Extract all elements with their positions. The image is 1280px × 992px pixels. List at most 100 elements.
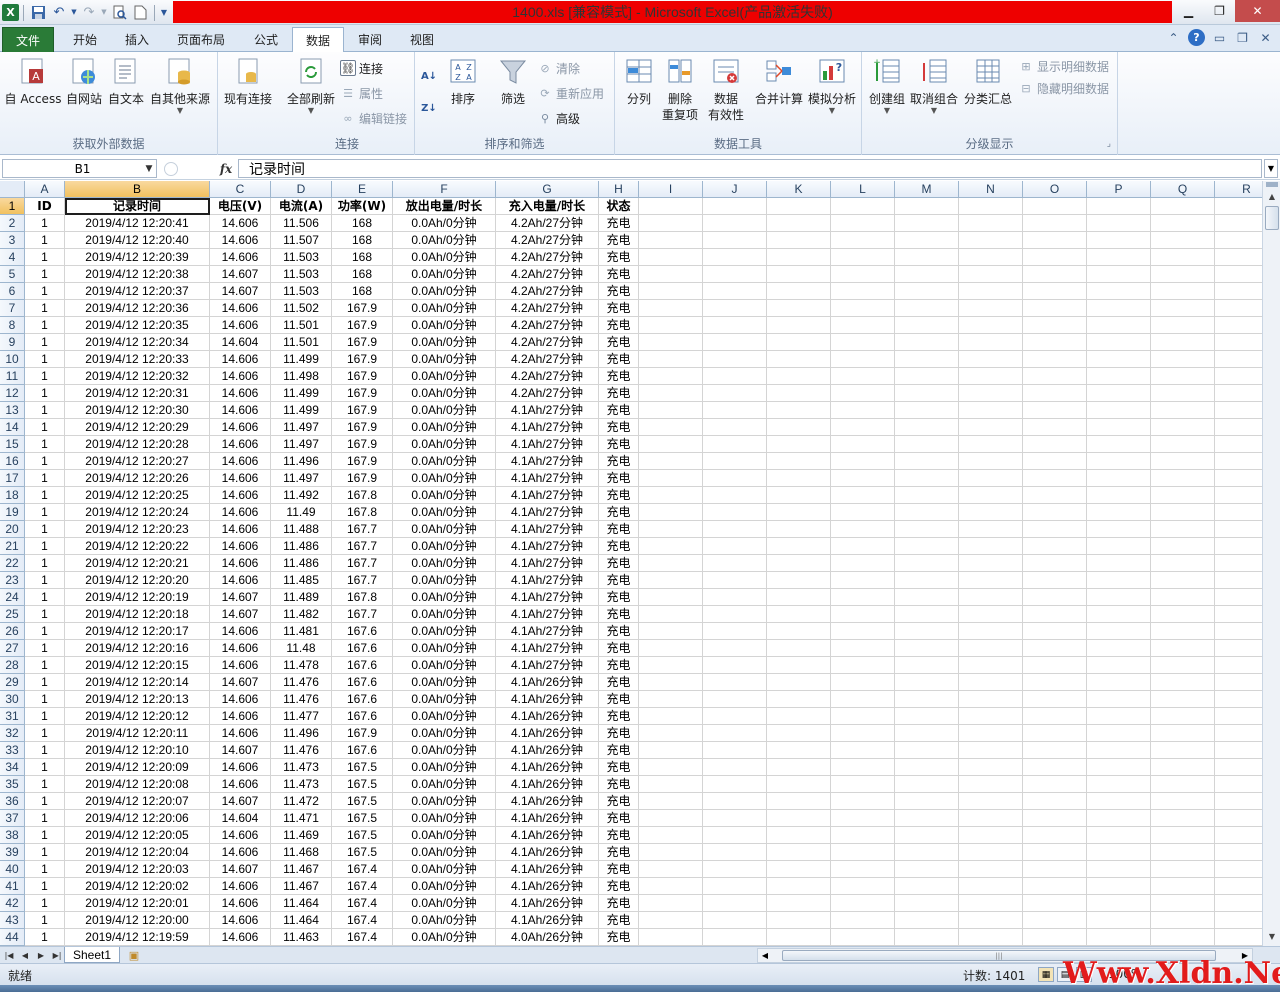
cell-f10[interactable]: 0.0Ah/0分钟 bbox=[393, 351, 496, 368]
cell-c5[interactable]: 14.607 bbox=[210, 266, 271, 283]
workbook-restore-icon[interactable]: ❐ bbox=[1234, 29, 1251, 46]
cell-c23[interactable]: 14.606 bbox=[210, 572, 271, 589]
cell-k22[interactable] bbox=[767, 555, 831, 572]
cell-a21[interactable]: 1 bbox=[25, 538, 65, 555]
cell-l16[interactable] bbox=[831, 453, 895, 470]
save-icon[interactable] bbox=[28, 3, 48, 23]
cell-f23[interactable]: 0.0Ah/0分钟 bbox=[393, 572, 496, 589]
cell-q43[interactable] bbox=[1151, 912, 1215, 929]
cell-r20[interactable] bbox=[1215, 521, 1262, 538]
cell-i38[interactable] bbox=[639, 827, 703, 844]
cell-a18[interactable]: 1 bbox=[25, 487, 65, 504]
cell-m31[interactable] bbox=[895, 708, 959, 725]
cell-k25[interactable] bbox=[767, 606, 831, 623]
cell-p32[interactable] bbox=[1087, 725, 1151, 742]
cell-q32[interactable] bbox=[1151, 725, 1215, 742]
cell-c19[interactable]: 14.606 bbox=[210, 504, 271, 521]
cell-a35[interactable]: 1 bbox=[25, 776, 65, 793]
cell-m4[interactable] bbox=[895, 249, 959, 266]
cell-h43[interactable]: 充电 bbox=[599, 912, 639, 929]
cell-p26[interactable] bbox=[1087, 623, 1151, 640]
remove-duplicates-button[interactable]: 删除 重复项 bbox=[659, 56, 701, 123]
from-other-sources-button[interactable]: 自其他来源 ▼ bbox=[147, 56, 213, 115]
help-icon[interactable]: ? bbox=[1188, 29, 1205, 46]
cell-m26[interactable] bbox=[895, 623, 959, 640]
cell-q25[interactable] bbox=[1151, 606, 1215, 623]
cell-m28[interactable] bbox=[895, 657, 959, 674]
cell-l33[interactable] bbox=[831, 742, 895, 759]
cell-n18[interactable] bbox=[959, 487, 1023, 504]
cell-p35[interactable] bbox=[1087, 776, 1151, 793]
cell-e15[interactable]: 167.9 bbox=[332, 436, 393, 453]
tab-home[interactable]: 开始 bbox=[58, 27, 112, 52]
cell-b34[interactable]: 2019/4/12 12:20:09 bbox=[65, 759, 210, 776]
cell-o33[interactable] bbox=[1023, 742, 1087, 759]
cell-m9[interactable] bbox=[895, 334, 959, 351]
cell-k2[interactable] bbox=[767, 215, 831, 232]
cell-o1[interactable] bbox=[1023, 198, 1087, 215]
cell-h18[interactable]: 充电 bbox=[599, 487, 639, 504]
cell-f16[interactable]: 0.0Ah/0分钟 bbox=[393, 453, 496, 470]
cell-f19[interactable]: 0.0Ah/0分钟 bbox=[393, 504, 496, 521]
cell-e14[interactable]: 167.9 bbox=[332, 419, 393, 436]
data-validation-button[interactable]: 数据 有效性 bbox=[701, 56, 751, 123]
formula-input[interactable]: 记录时间 bbox=[238, 159, 1262, 178]
cell-m7[interactable] bbox=[895, 300, 959, 317]
cell-d31[interactable]: 11.477 bbox=[271, 708, 332, 725]
cell-b1[interactable]: 记录时间 bbox=[65, 198, 210, 215]
cell-r43[interactable] bbox=[1215, 912, 1262, 929]
cell-q44[interactable] bbox=[1151, 929, 1215, 946]
cell-j15[interactable] bbox=[703, 436, 767, 453]
cell-o15[interactable] bbox=[1023, 436, 1087, 453]
cell-a44[interactable]: 1 bbox=[25, 929, 65, 946]
cell-j43[interactable] bbox=[703, 912, 767, 929]
cell-f42[interactable]: 0.0Ah/0分钟 bbox=[393, 895, 496, 912]
row-header[interactable]: 9 bbox=[0, 334, 25, 351]
column-header-f[interactable]: F bbox=[393, 181, 496, 198]
cell-r3[interactable] bbox=[1215, 232, 1262, 249]
cell-l38[interactable] bbox=[831, 827, 895, 844]
cell-r44[interactable] bbox=[1215, 929, 1262, 946]
cell-e26[interactable]: 167.6 bbox=[332, 623, 393, 640]
cell-h19[interactable]: 充电 bbox=[599, 504, 639, 521]
cell-k27[interactable] bbox=[767, 640, 831, 657]
cell-j30[interactable] bbox=[703, 691, 767, 708]
cell-e35[interactable]: 167.5 bbox=[332, 776, 393, 793]
cell-c3[interactable]: 14.606 bbox=[210, 232, 271, 249]
row-header[interactable]: 15 bbox=[0, 436, 25, 453]
cell-p16[interactable] bbox=[1087, 453, 1151, 470]
cell-m13[interactable] bbox=[895, 402, 959, 419]
cell-g4[interactable]: 4.2Ah/27分钟 bbox=[496, 249, 599, 266]
cell-o7[interactable] bbox=[1023, 300, 1087, 317]
cell-n30[interactable] bbox=[959, 691, 1023, 708]
cell-r18[interactable] bbox=[1215, 487, 1262, 504]
cell-b3[interactable]: 2019/4/12 12:20:40 bbox=[65, 232, 210, 249]
cell-m2[interactable] bbox=[895, 215, 959, 232]
cell-e16[interactable]: 167.9 bbox=[332, 453, 393, 470]
cell-f44[interactable]: 0.0Ah/0分钟 bbox=[393, 929, 496, 946]
cell-i16[interactable] bbox=[639, 453, 703, 470]
cell-n31[interactable] bbox=[959, 708, 1023, 725]
cell-e33[interactable]: 167.6 bbox=[332, 742, 393, 759]
cell-q10[interactable] bbox=[1151, 351, 1215, 368]
print-preview-icon[interactable] bbox=[109, 3, 129, 23]
cell-f28[interactable]: 0.0Ah/0分钟 bbox=[393, 657, 496, 674]
cell-b5[interactable]: 2019/4/12 12:20:38 bbox=[65, 266, 210, 283]
excel-logo-icon[interactable]: X bbox=[2, 4, 19, 21]
cell-i22[interactable] bbox=[639, 555, 703, 572]
cell-c24[interactable]: 14.607 bbox=[210, 589, 271, 606]
cell-g8[interactable]: 4.2Ah/27分钟 bbox=[496, 317, 599, 334]
cell-d44[interactable]: 11.463 bbox=[271, 929, 332, 946]
cell-i18[interactable] bbox=[639, 487, 703, 504]
row-header[interactable]: 21 bbox=[0, 538, 25, 555]
cell-h3[interactable]: 充电 bbox=[599, 232, 639, 249]
cell-k11[interactable] bbox=[767, 368, 831, 385]
cell-p27[interactable] bbox=[1087, 640, 1151, 657]
cell-n32[interactable] bbox=[959, 725, 1023, 742]
cell-d39[interactable]: 11.468 bbox=[271, 844, 332, 861]
cell-p7[interactable] bbox=[1087, 300, 1151, 317]
column-header-m[interactable]: M bbox=[895, 181, 959, 198]
cell-p39[interactable] bbox=[1087, 844, 1151, 861]
cell-q27[interactable] bbox=[1151, 640, 1215, 657]
cell-o28[interactable] bbox=[1023, 657, 1087, 674]
